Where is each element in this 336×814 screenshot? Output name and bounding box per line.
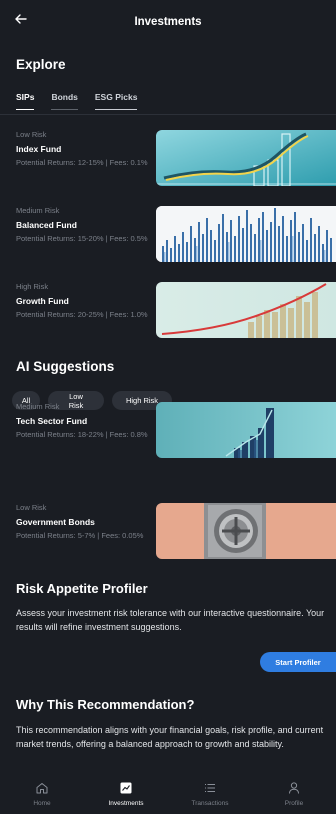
growth-fund-image bbox=[156, 282, 336, 338]
fund-name: Growth Fund bbox=[16, 296, 69, 306]
tab-bonds[interactable]: Bonds bbox=[51, 92, 78, 110]
fund-info: Low Risk Index Fund Potential Returns: 1… bbox=[16, 130, 154, 169]
fund-meta: Potential Returns: 20-25% | Fees: 1.0% bbox=[16, 310, 148, 319]
tabs-divider bbox=[0, 114, 336, 115]
fund-meta: Potential Returns: 15-20% | Fees: 0.5% bbox=[16, 234, 148, 243]
nav-transactions-label: Transactions bbox=[191, 800, 229, 807]
fund-info: High Risk Growth Fund Potential Returns:… bbox=[16, 282, 154, 321]
user-icon bbox=[289, 782, 299, 794]
start-profiler-button[interactable]: Start Profiler bbox=[260, 652, 336, 672]
nav-investments[interactable]: Investments bbox=[84, 778, 168, 814]
risk-label: Low Risk bbox=[16, 503, 47, 512]
nav-investments-label: Investments bbox=[108, 800, 144, 807]
why-recommendation-description: This recommendation aligns with your fin… bbox=[16, 725, 324, 749]
fund-meta: Potential Returns: 12-15% | Fees: 0.1% bbox=[16, 158, 148, 167]
page-title: Investments bbox=[134, 16, 202, 28]
nav-home-label: Home bbox=[33, 800, 51, 807]
fund-name: Balanced Fund bbox=[16, 220, 77, 230]
fund-info: Low Risk Government Bonds Potential Retu… bbox=[16, 503, 154, 542]
fund-info: Medium Risk Tech Sector Fund Potential R… bbox=[16, 402, 154, 441]
fund-card-tech[interactable]: Medium Risk Tech Sector Fund Potential R… bbox=[16, 402, 336, 460]
nav-profile[interactable]: Profile bbox=[252, 778, 336, 814]
home-icon bbox=[36, 783, 48, 794]
bottom-navigation: Home Investments Transactions Profile bbox=[0, 778, 336, 814]
ai-suggestions-heading: AI Suggestions bbox=[16, 359, 115, 374]
top-bar: Investments bbox=[0, 0, 336, 44]
nav-transactions[interactable]: Transactions bbox=[168, 778, 252, 814]
nav-home[interactable]: Home bbox=[0, 778, 84, 814]
risk-profiler-heading: Risk Appetite Profiler bbox=[16, 581, 148, 596]
fund-info: Medium Risk Balanced Fund Potential Retu… bbox=[16, 206, 154, 245]
risk-label: Low Risk bbox=[16, 130, 47, 139]
fund-name: Tech Sector Fund bbox=[16, 416, 88, 426]
list-icon bbox=[205, 784, 215, 792]
chart-icon bbox=[120, 782, 132, 794]
risk-label: Medium Risk bbox=[16, 206, 60, 215]
balanced-fund-image bbox=[156, 206, 336, 262]
fund-name: Government Bonds bbox=[16, 517, 95, 527]
fund-meta: Potential Returns: 5-7% | Fees: 0.05% bbox=[16, 531, 144, 540]
govt-bonds-image bbox=[156, 503, 336, 559]
fund-meta: Potential Returns: 18-22% | Fees: 0.8% bbox=[16, 430, 148, 439]
risk-label: High Risk bbox=[16, 282, 49, 291]
fund-card-growth[interactable]: High Risk Growth Fund Potential Returns:… bbox=[16, 282, 336, 340]
tab-esg-picks[interactable]: ESG Picks bbox=[94, 92, 138, 110]
back-arrow-icon[interactable] bbox=[14, 12, 34, 32]
explore-tabs: SIPs Bonds ESG Picks bbox=[16, 92, 154, 110]
index-fund-image bbox=[156, 130, 336, 186]
why-recommendation-heading: Why This Recommendation? bbox=[16, 697, 195, 712]
tech-fund-image bbox=[156, 402, 336, 458]
fund-name: Index Fund bbox=[16, 144, 62, 154]
fund-card-govt-bonds[interactable]: Low Risk Government Bonds Potential Retu… bbox=[16, 503, 336, 561]
explore-heading: Explore bbox=[16, 57, 66, 72]
risk-profiler-description: Assess your investment risk tolerance wi… bbox=[16, 608, 325, 632]
risk-label: Medium Risk bbox=[16, 402, 60, 411]
nav-profile-label: Profile bbox=[284, 800, 304, 807]
fund-card-index[interactable]: Low Risk Index Fund Potential Returns: 1… bbox=[16, 130, 336, 188]
fund-card-balanced[interactable]: Medium Risk Balanced Fund Potential Retu… bbox=[16, 206, 336, 264]
tab-sips[interactable]: SIPs bbox=[16, 92, 35, 110]
